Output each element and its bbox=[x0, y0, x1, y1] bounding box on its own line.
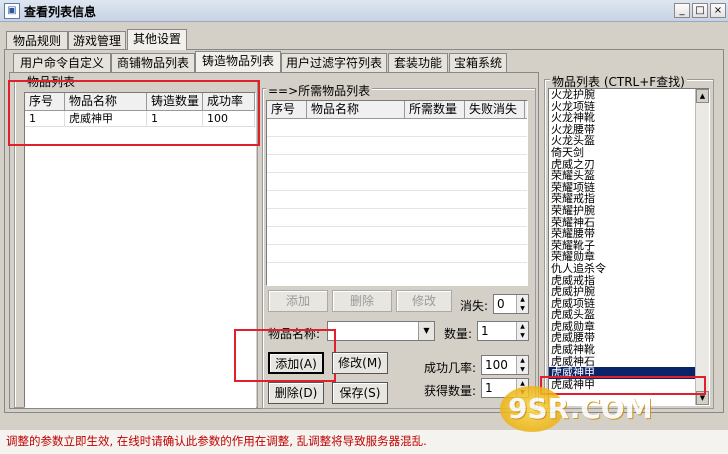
required-add-button[interactable]: 添加 bbox=[268, 290, 328, 312]
item-list-title: 物品列表 bbox=[25, 73, 78, 90]
tab-shop-items[interactable]: 商铺物品列表 bbox=[111, 53, 195, 72]
tab-chest-system[interactable]: 宝箱系统 bbox=[449, 53, 507, 72]
scrollbar[interactable]: ▲ ▼ bbox=[695, 89, 709, 405]
required-delete-button[interactable]: 删除 bbox=[332, 290, 392, 312]
success-rate-value: 100 bbox=[485, 358, 508, 372]
scroll-down-icon[interactable]: ▼ bbox=[696, 391, 709, 405]
tab-user-commands[interactable]: 用户命令自定义 bbox=[13, 53, 111, 72]
col-need[interactable]: 所需数量 bbox=[405, 101, 465, 118]
scroll-up-icon[interactable]: ▲ bbox=[696, 89, 709, 103]
list-item[interactable]: 荣耀护腕 bbox=[549, 205, 709, 217]
minimize-button[interactable]: _ bbox=[674, 3, 690, 18]
list-item[interactable]: 火龙护腕 bbox=[549, 89, 709, 101]
close-button[interactable]: × bbox=[710, 3, 726, 18]
cell-no: 1 bbox=[25, 111, 65, 126]
spin-arrows-icon[interactable]: ▲▼ bbox=[516, 295, 528, 313]
obtain-count-label: 获得数量: bbox=[424, 384, 477, 398]
item-name-label: 物品名称: bbox=[268, 327, 321, 341]
success-rate-stepper[interactable]: 100 ▲ ▼ bbox=[481, 355, 529, 375]
window-title: 查看列表信息 bbox=[24, 5, 97, 19]
item-list-grid[interactable]: 序号 物品名称 铸造数量 成功率 1 虎威神甲 1 100 bbox=[24, 92, 256, 408]
col-vanish[interactable]: 失败消失 bbox=[465, 101, 525, 118]
watermark-text: 9SR.COM bbox=[508, 392, 653, 425]
item-list-header: 序号 物品名称 铸造数量 成功率 bbox=[25, 93, 255, 111]
delete-button[interactable]: 删除(D) bbox=[268, 382, 324, 404]
vanish-label: 消失: bbox=[460, 299, 489, 313]
col-count[interactable]: 铸造数量 bbox=[147, 93, 203, 110]
col-no[interactable]: 序号 bbox=[25, 93, 65, 110]
spin-arrows-icon[interactable]: ▲▼ bbox=[516, 322, 528, 340]
required-modify-button[interactable]: 修改 bbox=[396, 290, 452, 312]
col-rate[interactable]: 成功率 bbox=[203, 93, 255, 110]
modify-button[interactable]: 修改(M) bbox=[332, 352, 388, 374]
col-name[interactable]: 物品名称 bbox=[65, 93, 147, 110]
add-button[interactable]: 添加(A) bbox=[268, 352, 324, 374]
list-item[interactable]: 荣耀头盔 bbox=[549, 170, 709, 182]
list-item[interactable]: 虎威护腕 bbox=[549, 286, 709, 298]
app-icon: ▣ bbox=[4, 3, 20, 19]
title-bar: ▣ 查看列表信息 _ □ × bbox=[0, 0, 728, 22]
status-text: 调整的参数立即生效, 在线时请确认此参数的作用在调整, 乱调整将导致服务器混乱. bbox=[6, 434, 427, 448]
cell-name: 虎威神甲 bbox=[65, 111, 147, 126]
table-row[interactable]: 1 虎威神甲 1 100 bbox=[25, 111, 255, 127]
save-button[interactable]: 保存(S) bbox=[332, 382, 388, 404]
chevron-down-icon[interactable]: ▼ bbox=[418, 322, 434, 340]
tab-game-management[interactable]: 游戏管理 bbox=[68, 31, 126, 50]
tab-item-rules[interactable]: 物品规则 bbox=[6, 31, 68, 50]
quantity-value: 1 bbox=[481, 324, 489, 338]
list-item[interactable]: 虎威神靴 bbox=[549, 344, 709, 356]
col-name[interactable]: 物品名称 bbox=[307, 101, 405, 118]
quantity-stepper[interactable]: 1 ▲ ▼ bbox=[477, 321, 529, 341]
item-name-combobox[interactable]: ▼ bbox=[327, 321, 435, 341]
tab-other-settings[interactable]: 其他设置 bbox=[127, 29, 187, 50]
required-list-header: 序号 物品名称 所需数量 失败消失 bbox=[267, 101, 527, 119]
required-list-title: ==>所需物品列表 bbox=[266, 82, 373, 99]
required-list-grid[interactable]: 序号 物品名称 所需数量 失败消失 bbox=[266, 100, 528, 286]
tab-user-filter[interactable]: 用户过滤字符列表 bbox=[281, 53, 387, 72]
list-item[interactable]: 倚天剑 bbox=[549, 147, 709, 159]
col-no[interactable]: 序号 bbox=[267, 101, 307, 118]
vanish-stepper[interactable]: 0 ▲ ▼ bbox=[493, 294, 529, 314]
cell-count: 1 bbox=[147, 111, 203, 126]
success-rate-label: 成功几率: bbox=[424, 361, 477, 375]
watermark-logo: 9SR.COM bbox=[500, 386, 653, 436]
side-item-list[interactable]: 火龙护腕 火龙项链 火龙神靴 火龙腰带 火龙头盔 倚天剑 虎威之刃 荣耀头盔 荣耀项链 荣耀戒指荣… bbox=[548, 88, 710, 406]
maximize-button[interactable]: □ bbox=[692, 3, 708, 18]
vanish-value: 0 bbox=[497, 297, 505, 311]
list-item[interactable]: 荣耀腰带 bbox=[549, 228, 709, 240]
obtain-count-value: 1 bbox=[485, 381, 493, 395]
cell-rate: 100 bbox=[203, 111, 255, 126]
spin-arrows-icon[interactable]: ▲▼ bbox=[516, 356, 528, 374]
quantity-label: 数量: bbox=[444, 327, 473, 341]
tab-suit-function[interactable]: 套装功能 bbox=[388, 53, 448, 72]
list-item[interactable]: 仇人追杀令 bbox=[549, 263, 709, 275]
tab-forge-items[interactable]: 铸造物品列表 bbox=[195, 51, 281, 72]
